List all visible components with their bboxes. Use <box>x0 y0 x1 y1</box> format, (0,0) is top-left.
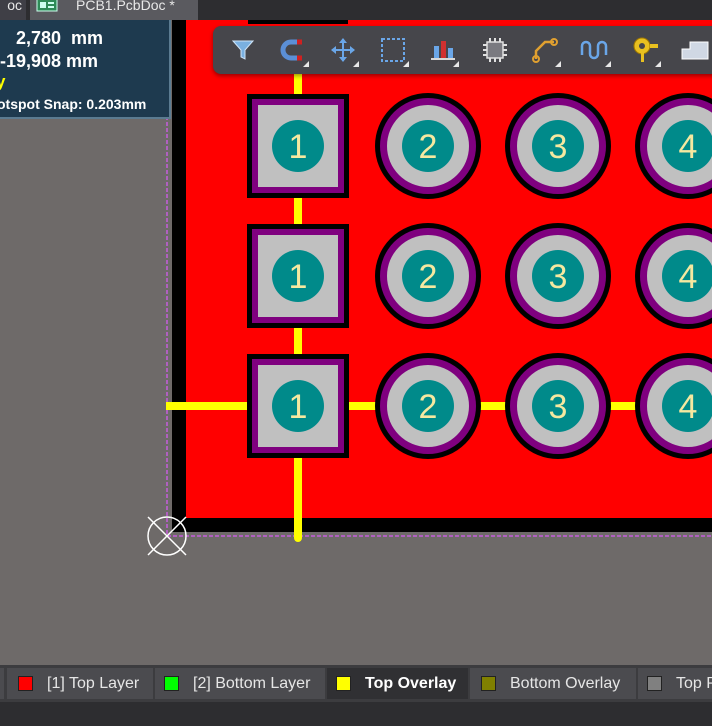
pad-array: 1 2 3 4 1 2 3 4 1 2 3 4 <box>247 93 712 459</box>
pad[interactable]: 3 <box>505 93 611 199</box>
pad[interactable]: 2 <box>375 93 481 199</box>
pad-number-label: 3 <box>549 388 568 426</box>
document-tab-pcb1[interactable]: PCB1.PcbDoc * <box>30 0 198 20</box>
filter-button[interactable] <box>225 32 261 68</box>
document-tab-bar: oc PCB1.PcbDoc * <box>0 0 712 20</box>
pad-number-label: 2 <box>419 128 438 166</box>
pad[interactable]: 3 <box>505 353 611 459</box>
layer-color-swatch <box>336 676 351 691</box>
active-bar-toolbar <box>213 26 712 74</box>
pad-partial <box>248 20 348 24</box>
place-component-button[interactable] <box>477 32 513 68</box>
component-icon <box>483 38 507 62</box>
select-rectangle-icon <box>381 38 405 62</box>
snap-button[interactable] <box>275 32 311 68</box>
layer-color-swatch <box>481 676 496 691</box>
route-button[interactable] <box>527 32 563 68</box>
x-coordinate-readout: 2,780 mm <box>6 28 104 48</box>
pad-number-label: 3 <box>549 128 568 166</box>
document-tab-label: PCB1.PcbDoc * <box>76 0 175 13</box>
layer-tab-bottom-layer[interactable]: [2] Bottom Layer <box>155 668 325 699</box>
pad-number-label: 1 <box>289 258 308 296</box>
polygon-pour-button[interactable] <box>677 32 712 68</box>
align-icon <box>431 41 455 60</box>
layer-tab-label: Top P <box>676 674 712 692</box>
pad-number-label: 2 <box>419 258 438 296</box>
snap-magnet-icon <box>280 39 302 61</box>
pad-number-label: 4 <box>679 128 698 166</box>
pad-number-label: 4 <box>679 258 698 296</box>
layer-color-swatch <box>18 676 33 691</box>
hotspot-snap-readout: otspot Snap: 0.203mm <box>0 96 147 112</box>
layer-tab-bottom-overlay[interactable]: Bottom Overlay <box>470 668 636 699</box>
layer-color-swatch <box>164 676 179 691</box>
pad-number-label: 2 <box>419 388 438 426</box>
filter-icon <box>231 40 255 60</box>
move-button[interactable] <box>325 32 361 68</box>
pad-number-label: 1 <box>289 388 308 426</box>
layer-tab-label: [2] Bottom Layer <box>193 674 311 692</box>
polygon-pour-icon <box>681 41 709 60</box>
status-bar <box>0 702 712 726</box>
tuning-button[interactable] <box>577 32 613 68</box>
pad[interactable]: 1 <box>247 354 349 458</box>
document-tab-label: oc <box>7 0 22 13</box>
layer-tab-bar: [1] Top Layer [2] Bottom Layer Top Overl… <box>0 665 712 702</box>
layer-tab-top-layer[interactable]: [1] Top Layer <box>7 668 153 699</box>
document-tab-previous[interactable]: oc <box>0 0 26 20</box>
pad[interactable]: 1 <box>247 94 349 198</box>
interactive-tuning-icon <box>580 40 608 60</box>
route-icon <box>532 38 558 63</box>
place-pad-button[interactable] <box>627 32 663 68</box>
pad-number-label: 1 <box>289 128 308 166</box>
pad-number-label: 4 <box>679 388 698 426</box>
y-coordinate-readout: -19,908 mm <box>0 51 99 71</box>
layer-color-swatch <box>647 676 662 691</box>
pad[interactable]: 2 <box>375 353 481 459</box>
layer-tab-top-paste[interactable]: Top P <box>638 668 712 699</box>
move-icon <box>331 38 355 62</box>
pad[interactable]: 2 <box>375 223 481 329</box>
layer-scroll-left[interactable] <box>0 668 4 699</box>
select-button[interactable] <box>375 32 411 68</box>
pcb-document-icon <box>36 0 58 12</box>
pad[interactable]: 1 <box>247 224 349 328</box>
align-button[interactable] <box>425 32 461 68</box>
hud-marker-text: y <box>0 72 6 91</box>
pad[interactable]: 3 <box>505 223 611 329</box>
layer-tab-label: Bottom Overlay <box>510 674 621 692</box>
pad-number-label: 3 <box>549 258 568 296</box>
heads-up-display: 2,780 mm -19,908 mm y otspot Snap: 0.203… <box>0 20 171 119</box>
layer-tab-label: [1] Top Layer <box>47 674 140 692</box>
layer-tab-label: Top Overlay <box>365 674 457 692</box>
layer-tab-top-overlay[interactable]: Top Overlay <box>327 668 468 699</box>
